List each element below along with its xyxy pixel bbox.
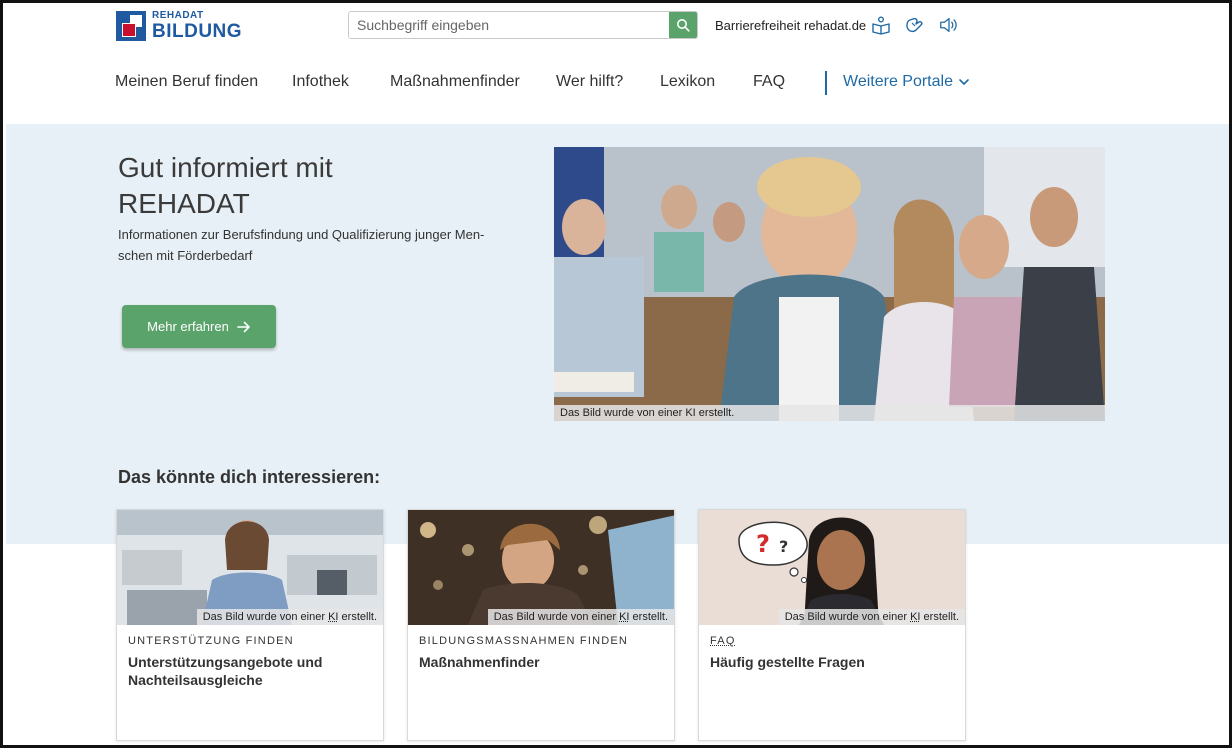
rehadat-bildung-logo[interactable]: REHADAT BILDUNG (116, 11, 242, 41)
card-image-caption: Das Bild wurde von einer KI erstellt. (487, 609, 674, 625)
hero-image-caption: Das Bild wurde von einer KI erstellt. (554, 405, 1105, 421)
card-image: ? ? Das Bild wurde von einer KI erstellt… (699, 510, 965, 625)
section-title: Das könnte dich interessieren: (118, 467, 381, 487)
office-girl-illustration (117, 510, 383, 625)
rehadat-site-link[interactable]: rehadat.de (804, 18, 866, 33)
search-input[interactable] (349, 12, 669, 38)
nav-item-beruf-finden[interactable]: Meinen Beruf finden (115, 73, 258, 91)
read-aloud-icon[interactable] (938, 14, 960, 36)
arrow-right-icon (237, 321, 250, 332)
svg-text:?: ? (756, 530, 770, 558)
logo-mark-icon (116, 11, 146, 41)
nav-item-faq[interactable]: FAQ (753, 73, 785, 91)
hero-section: Gut informiert mit REHADAT Informationen… (6, 124, 1229, 544)
main-navigation: Meinen Beruf finden Infothek Maßnahmenfi… (3, 71, 1229, 95)
card-image-caption: Das Bild wurde von einer KI erstellt. (778, 609, 965, 625)
hero-image: Das Bild wurde von einer KI erstellt. (554, 147, 1105, 421)
card-title: Häufig gestellte Fragen (710, 654, 865, 670)
card-title: Unterstützungsangebote und Nachteilsausg… (128, 654, 323, 688)
hero-title: Gut informiert mit REHADAT (118, 152, 333, 219)
chevron-down-icon (959, 78, 969, 85)
card-image: Das Bild wurde von einer KI erstellt. (408, 510, 674, 625)
nav-item-lexikon[interactable]: Lexikon (660, 73, 715, 91)
card-kicker: FAQ (710, 635, 736, 647)
search-button[interactable] (669, 12, 697, 38)
nav-divider (825, 71, 827, 95)
nav-item-weitere-portale[interactable]: Weitere Portale (843, 73, 969, 91)
more-info-label: Mehr erfahren (147, 319, 229, 334)
search-icon (677, 19, 690, 32)
logo-top-text: REHADAT (152, 10, 204, 21)
card-image-caption: Das Bild wurde von einer KI erstellt. (196, 609, 383, 625)
card-title: Maßnahmenfinder (419, 654, 540, 670)
logo-bottom-text: BILDUNG (152, 21, 243, 42)
card-image: Das Bild wurde von einer KI erstellt. (117, 510, 383, 625)
card-massnahmenfinder[interactable]: Das Bild wurde von einer KI erstellt. BI… (407, 509, 675, 741)
card-kicker: BILDUNGSMASSNAHMEN FINDEN (419, 635, 629, 647)
nav-item-wer-hilft[interactable]: Wer hilft? (556, 73, 623, 91)
search-bar (348, 11, 698, 39)
accessibility-link[interactable]: Barrierefreiheit (715, 18, 800, 33)
nav-item-massnahmenfinder[interactable]: Maßnahmenfinder (390, 73, 520, 91)
boy-laptop-illustration (408, 510, 674, 625)
girl-thinking-illustration: ? ? (699, 510, 965, 625)
svg-text:?: ? (779, 537, 788, 556)
sign-language-icon[interactable] (904, 14, 926, 36)
card-kicker: UNTERSTÜTZUNG FINDEN (128, 635, 294, 647)
easy-language-icon[interactable] (870, 14, 892, 36)
more-info-button[interactable]: Mehr erfahren (122, 305, 276, 348)
card-unterstuetzung[interactable]: Das Bild wurde von einer KI erstellt. UN… (116, 509, 384, 741)
card-faq[interactable]: ? ? Das Bild wurde von einer KI erstellt… (698, 509, 966, 741)
classroom-students-illustration (554, 147, 1105, 421)
nav-item-infothek[interactable]: Infothek (292, 73, 349, 91)
hero-description: Informationen zur Berufsfindung und Qual… (118, 227, 485, 263)
page: REHADAT BILDUNG Barrierefreiheit rehadat… (0, 0, 1232, 748)
weitere-portale-label: Weitere Portale (843, 73, 953, 90)
